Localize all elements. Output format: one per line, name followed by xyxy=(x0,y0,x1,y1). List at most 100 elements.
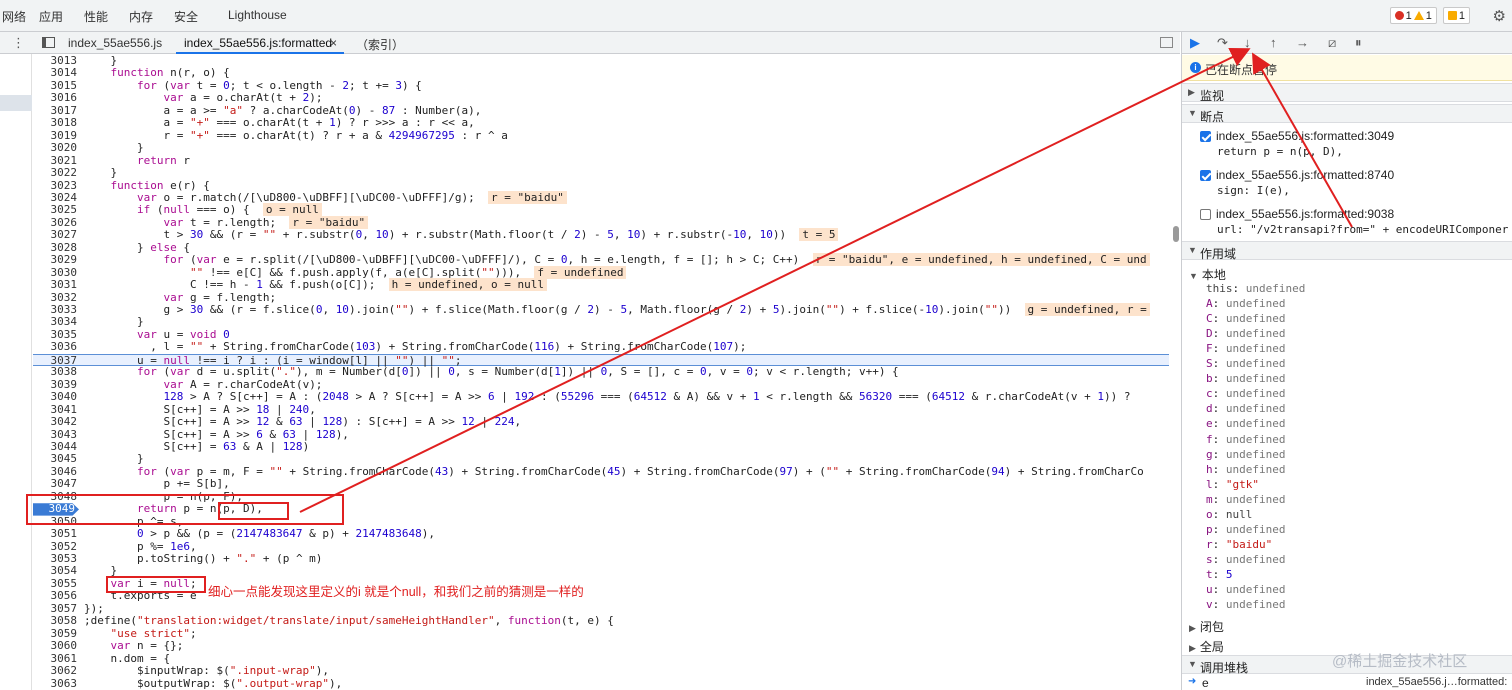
scope-variable[interactable]: d: undefined xyxy=(1206,402,1285,415)
code-line[interactable]: 3062 $inputWrap: $(".input-wrap"), xyxy=(33,664,1169,677)
line-number[interactable]: 3047 xyxy=(33,477,78,490)
toggle-debugger-icon[interactable] xyxy=(1160,37,1173,48)
code-line[interactable]: 3027 t > 30 && (r = "" + r.substr(0, 10)… xyxy=(33,228,1169,242)
code-line[interactable]: 3058 ;define("translation:widget/translat… xyxy=(33,614,1169,627)
scope-global[interactable]: ▶ 全局 xyxy=(1189,638,1224,655)
line-number[interactable]: 3025 xyxy=(33,203,78,216)
line-number[interactable]: 3058 xyxy=(33,614,78,627)
code-line[interactable]: 3059 "use strict"; xyxy=(33,627,1169,640)
tab-security[interactable]: 安全 xyxy=(174,8,198,25)
more-icon[interactable]: ⋮ xyxy=(12,35,25,51)
line-number[interactable]: 3018 xyxy=(33,116,78,129)
line-number[interactable]: 3060 xyxy=(33,639,78,652)
scope-closure[interactable]: ▶ 闭包 xyxy=(1189,618,1224,635)
toggle-navigator-icon[interactable] xyxy=(42,37,55,48)
scope-variable[interactable]: C: undefined xyxy=(1206,312,1285,325)
scope-variable[interactable]: h: undefined xyxy=(1206,463,1285,476)
scope-variable[interactable]: u: undefined xyxy=(1206,583,1285,596)
step-out-icon[interactable]: ↑ xyxy=(1270,35,1277,50)
tab-memory[interactable]: 内存 xyxy=(129,8,153,25)
scope-variable[interactable]: r: "baidu" xyxy=(1206,538,1272,551)
scope-variable[interactable]: S: undefined xyxy=(1206,357,1285,370)
breakpoint-checkbox[interactable] xyxy=(1200,209,1211,220)
line-number[interactable]: 3063 xyxy=(33,677,78,690)
code-line[interactable]: 3036 , l = "" + String.fromCharCode(103)… xyxy=(33,340,1169,353)
scope-variable[interactable]: e: undefined xyxy=(1206,417,1285,430)
line-number[interactable]: 3036 xyxy=(33,340,78,353)
code-line[interactable]: 3025 if (null === o) { o = null xyxy=(33,203,1169,217)
resume-icon[interactable]: ▶ xyxy=(1190,35,1200,51)
line-number[interactable]: 3056 xyxy=(33,589,78,602)
scope-variable[interactable]: l: "gtk" xyxy=(1206,478,1259,491)
tab-application[interactable]: 应用 xyxy=(39,8,63,25)
code-line[interactable]: 3051 0 > p && (p = (2147483647 & p) + 21… xyxy=(33,527,1169,540)
gear-icon[interactable]: ⚙ xyxy=(1493,7,1506,25)
scope-variable[interactable]: A: undefined xyxy=(1206,297,1285,310)
line-number[interactable]: 3020 xyxy=(33,141,78,154)
code-line[interactable]: 3063 $outputWrap: $(".output-wrap"), xyxy=(33,677,1169,690)
pause-on-exceptions-icon[interactable]: ⏸ xyxy=(1355,35,1362,51)
line-number[interactable]: 3062 xyxy=(33,664,78,677)
code-line[interactable]: 3038 for (var d = u.split("."), m = Numb… xyxy=(33,365,1169,378)
code-line[interactable]: 3016 var a = o.charAt(t + 2); xyxy=(33,91,1169,104)
scope-variable[interactable]: b: undefined xyxy=(1206,372,1285,385)
issue-badge[interactable]: 1 xyxy=(1442,7,1470,24)
scope-variable[interactable]: v: undefined xyxy=(1206,598,1285,611)
line-number[interactable]: 3027 xyxy=(33,228,78,241)
editor-scrollbar[interactable] xyxy=(1173,226,1179,242)
line-number[interactable]: 3029 xyxy=(33,253,78,266)
code-editor[interactable]: 3013 } 3014 function n(r, o) {3015 for (v… xyxy=(33,54,1180,690)
line-number[interactable]: 3016 xyxy=(33,91,78,104)
line-number[interactable]: 3040 xyxy=(33,390,78,403)
scope-variable[interactable]: D: undefined xyxy=(1206,327,1285,340)
code-line[interactable]: 3020 } xyxy=(33,141,1169,154)
scope-variable[interactable]: F: undefined xyxy=(1206,342,1285,355)
file-tab-index-js[interactable]: index_55ae556.js xyxy=(68,36,162,50)
line-number[interactable]: 3042 xyxy=(33,415,78,428)
code-line[interactable]: 3053 p.toString() + "." + (p ^ m) xyxy=(33,552,1169,565)
line-number[interactable]: 3031 xyxy=(33,278,78,291)
step-over-icon[interactable]: ↷ xyxy=(1217,35,1228,51)
section-watch[interactable]: ▶ 监视 xyxy=(1182,83,1512,103)
code-line[interactable]: 3060 var n = {}; xyxy=(33,639,1169,652)
scope-variable[interactable]: c: undefined xyxy=(1206,387,1285,400)
file-tab-index-formatted[interactable]: index_55ae556.js:formatted xyxy=(184,36,332,50)
tab-lighthouse[interactable]: Lighthouse xyxy=(228,8,287,22)
code-line[interactable]: 3029 for (var e = r.split(/[\uD800-\uDBF… xyxy=(33,253,1169,267)
navigator-selected-item[interactable] xyxy=(0,95,32,111)
close-icon[interactable]: × xyxy=(330,36,337,50)
code-line[interactable]: 3019 r = "+" === o.charAt(t) ? r + a & 4… xyxy=(33,129,1169,142)
scope-variable[interactable]: this: undefined xyxy=(1206,282,1305,295)
scope-variable[interactable]: s: undefined xyxy=(1206,553,1285,566)
code-line[interactable]: 3033 g > 30 && (r = f.slice(0, 10).join(… xyxy=(33,303,1169,316)
issue-badges[interactable]: 1 1 1 xyxy=(1389,7,1470,24)
file-tab-index[interactable]: （索引） xyxy=(356,36,404,53)
breakpoint-checkbox[interactable] xyxy=(1200,170,1211,181)
code-line[interactable]: 3047 p += S[b], xyxy=(33,477,1169,490)
step-icon[interactable]: → xyxy=(1296,35,1309,50)
scope-variable[interactable]: g: undefined xyxy=(1206,448,1285,461)
scope-variable[interactable]: t: 5 xyxy=(1206,568,1233,581)
scope-variable[interactable]: m: undefined xyxy=(1206,493,1285,506)
tab-performance[interactable]: 性能 xyxy=(84,8,108,25)
section-scope[interactable]: ▼ 作用域 xyxy=(1182,241,1512,261)
code-line[interactable]: 3014 function n(r, o) { xyxy=(33,66,1169,79)
scope-variable[interactable]: p: undefined xyxy=(1206,523,1285,536)
step-into-icon[interactable]: ↓ xyxy=(1244,35,1251,50)
code-line[interactable]: 3031 C !== h - 1 && f.push(o[C]); h = un… xyxy=(33,278,1169,292)
call-stack-frame[interactable]: ➜ e index_55ae556.j…formatted: xyxy=(1182,676,1512,690)
code-line[interactable]: 3021 return r xyxy=(33,154,1169,167)
breakpoint-checkbox[interactable] xyxy=(1200,131,1211,142)
code-line[interactable]: 3044 S[c++] = 63 & A | 128) xyxy=(33,440,1169,453)
deactivate-breakpoints-icon[interactable]: ⧄ xyxy=(1328,35,1336,51)
scope-variable[interactable]: o: null xyxy=(1206,508,1252,521)
code-line[interactable]: 3022 } xyxy=(33,166,1169,179)
line-number[interactable]: 3045 xyxy=(33,452,78,465)
line-number[interactable]: 3051 xyxy=(33,527,78,540)
error-badge[interactable]: 1 1 xyxy=(1389,7,1437,24)
code-line[interactable]: 3042 S[c++] = A >> 12 & 63 | 128) : S[c+… xyxy=(33,415,1169,428)
code-line[interactable]: 3040 128 > A ? S[c++] = A : (2048 > A ? … xyxy=(33,390,1169,403)
line-number[interactable]: 3022 xyxy=(33,166,78,179)
section-breakpoints[interactable]: ▼ 断点 xyxy=(1182,104,1512,124)
tab-network[interactable]: 网络 xyxy=(2,8,26,25)
